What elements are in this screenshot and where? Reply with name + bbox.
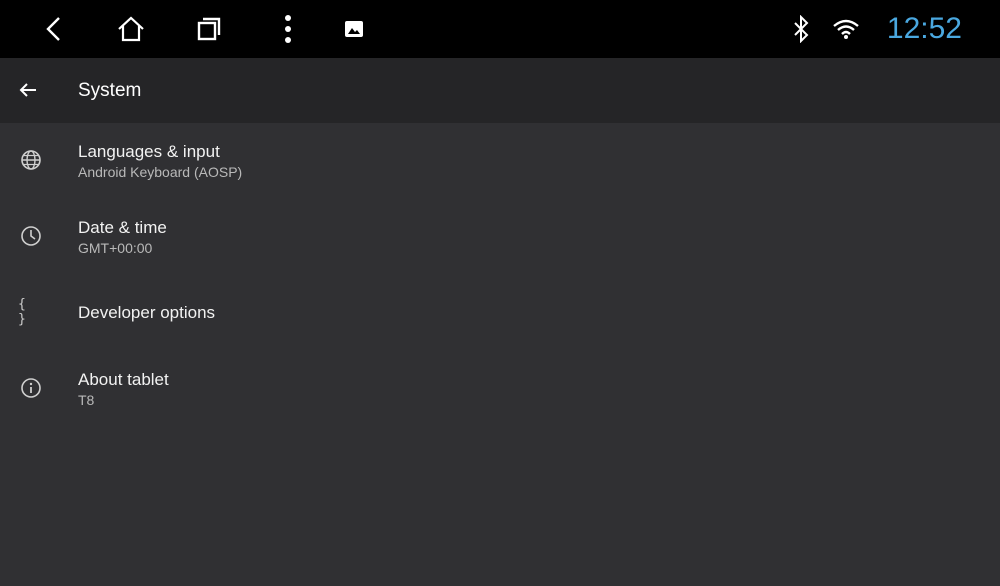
settings-item-languages[interactable]: Languages & input Android Keyboard (AOSP…: [0, 123, 1000, 199]
settings-item-title: Developer options: [78, 303, 216, 322]
settings-item-title: About tablet: [78, 369, 169, 389]
more-vert-icon[interactable]: [276, 0, 300, 58]
bluetooth-icon: [788, 0, 814, 58]
settings-item-about-tablet[interactable]: About tablet T8: [0, 351, 1000, 427]
settings-item-title: Languages & input: [78, 141, 220, 161]
page-title: System: [78, 80, 142, 101]
home-icon[interactable]: [114, 0, 148, 58]
back-icon[interactable]: [38, 0, 68, 58]
settings-item-developer-options[interactable]: { } Developer options: [0, 275, 1000, 351]
status-bar: 12:52: [0, 0, 1000, 58]
clock-icon: [18, 223, 44, 249]
wifi-icon: [830, 0, 862, 58]
settings-item-title: Date & time: [78, 217, 167, 237]
settings-list: Languages & input Android Keyboard (AOSP…: [0, 123, 1000, 427]
braces-icon-glyph: { }: [18, 297, 27, 327]
arrow-left-icon[interactable]: [14, 76, 42, 104]
globe-icon: [18, 147, 44, 173]
settings-item-subtitle: T8: [78, 391, 95, 408]
recents-icon[interactable]: [194, 0, 224, 58]
image-icon[interactable]: [342, 0, 366, 58]
settings-item-subtitle: Android Keyboard (AOSP): [78, 163, 243, 180]
settings-item-subtitle: GMT+00:00: [78, 239, 153, 256]
settings-item-date-time[interactable]: Date & time GMT+00:00: [0, 199, 1000, 275]
app-bar: System: [0, 58, 1000, 123]
info-icon: [18, 375, 44, 401]
status-clock: 12:52: [886, 12, 962, 45]
braces-icon: { }: [18, 297, 44, 327]
